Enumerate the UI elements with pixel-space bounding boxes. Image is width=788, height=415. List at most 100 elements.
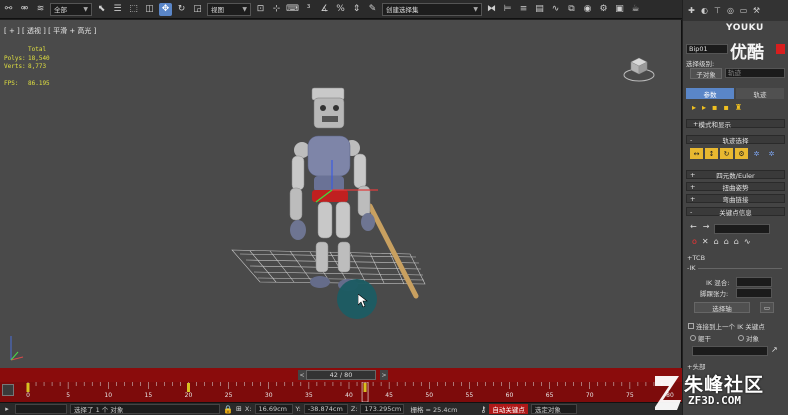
load-file-icon[interactable]: ▪ bbox=[712, 103, 717, 112]
window-crossing-icon[interactable]: ◫ bbox=[143, 3, 156, 16]
track-bar[interactable]: 0 5 10 15 20 25 30 35 40 45 50 55 60 65 70 75 80 bbox=[0, 382, 682, 402]
pick-object-icon[interactable]: ↗ bbox=[771, 345, 778, 354]
object-color-swatch[interactable] bbox=[776, 44, 785, 54]
scale-icon[interactable]: ◲ bbox=[191, 3, 204, 16]
key-marker[interactable] bbox=[363, 383, 367, 392]
symmetrical-icon[interactable]: ✲ bbox=[750, 148, 763, 159]
prev-frame-button[interactable]: < bbox=[298, 370, 306, 380]
display-tab-icon[interactable]: ▭ bbox=[738, 5, 749, 16]
delete-key-icon[interactable]: ✕ bbox=[702, 237, 709, 246]
walk-icon[interactable]: ♜ bbox=[735, 103, 742, 112]
tab-parameters[interactable]: 参数 bbox=[686, 88, 734, 99]
keyboard-shortcut-icon[interactable]: ⌨ bbox=[286, 3, 299, 16]
ik-object-field[interactable] bbox=[692, 346, 768, 356]
motion-tab-icon[interactable]: ◎ bbox=[725, 5, 736, 16]
set-planted-key-icon[interactable]: ⌂ bbox=[714, 237, 719, 246]
object-name-field[interactable]: Bip01 bbox=[686, 44, 728, 54]
object-radio[interactable]: 对象 bbox=[738, 333, 759, 343]
absolute-mode-icon[interactable]: ⊞ bbox=[236, 405, 242, 413]
viewport-label[interactable]: [ + ] [ 透视 ] [ 平滑 + 高光 ] bbox=[4, 26, 96, 36]
key-number-field[interactable] bbox=[714, 224, 770, 234]
sub-object-button[interactable]: 子对象 bbox=[690, 68, 722, 79]
z-coordinate-field[interactable]: 173.295cm bbox=[360, 404, 405, 414]
frame-indicator[interactable]: 42 / 80 bbox=[306, 370, 376, 380]
maxscript-icon[interactable]: ▸ bbox=[2, 404, 12, 414]
auto-key-button[interactable]: 自动关键点 bbox=[489, 404, 528, 414]
rollout-twist[interactable]: + 扭曲姿势 bbox=[686, 182, 785, 192]
align-icon[interactable]: ⊨ bbox=[501, 3, 514, 16]
named-selection-dropdown[interactable]: 创建选择集 ▼ bbox=[382, 2, 482, 16]
time-slider[interactable]: < 42 / 80 > bbox=[0, 368, 682, 382]
lock-selection-icon[interactable]: 🔒 bbox=[223, 405, 233, 414]
rollout-mode-display[interactable]: + 模式和显示 bbox=[686, 119, 785, 129]
ik-blend-field[interactable] bbox=[736, 277, 772, 287]
trajectory-icon[interactable]: ∿ bbox=[744, 237, 751, 246]
character-model[interactable] bbox=[220, 64, 440, 334]
radio-circle[interactable] bbox=[738, 335, 744, 341]
modify-tab-icon[interactable]: ◐ bbox=[699, 5, 710, 16]
rendered-frame-icon[interactable]: ▣ bbox=[613, 3, 626, 16]
mirror-icon[interactable]: ⧓ bbox=[485, 3, 498, 16]
perspective-viewport[interactable]: [ + ] [ 透视 ] [ 平滑 + 高光 ] Total Polys: 18,… bbox=[0, 20, 682, 368]
radio-circle[interactable] bbox=[690, 335, 696, 341]
tcb-section[interactable]: +TCB bbox=[687, 254, 705, 262]
render-icon[interactable]: ☕ bbox=[629, 3, 642, 16]
track-dropdown[interactable]: 轨迹 bbox=[725, 68, 785, 78]
move-icon[interactable]: ✥ bbox=[159, 2, 172, 16]
body-vertical-icon[interactable]: ↕ bbox=[705, 148, 718, 159]
mini-curve-editor-icon[interactable] bbox=[2, 384, 14, 396]
save-file-icon[interactable]: ▪ bbox=[723, 103, 728, 112]
prev-key-icon[interactable]: ← bbox=[690, 222, 697, 231]
next-key-icon[interactable]: → bbox=[703, 222, 710, 231]
figure-mode-icon[interactable]: ▸ bbox=[692, 103, 696, 112]
key-marker[interactable] bbox=[26, 383, 30, 392]
select-manipulate-icon[interactable]: ⊹ bbox=[270, 3, 283, 16]
rollout-track-selection[interactable]: - 轨迹选择 bbox=[686, 135, 785, 145]
layer-manager-icon[interactable]: ≡ bbox=[517, 3, 530, 16]
y-coordinate-field[interactable]: -38.874cm bbox=[303, 404, 348, 414]
angle-snap-icon[interactable]: ∡ bbox=[318, 3, 331, 16]
select-object-icon[interactable]: ⬉ bbox=[95, 3, 108, 16]
selection-filter-dropdown[interactable]: 全部 ▼ bbox=[50, 2, 92, 16]
graphite-tools-icon[interactable]: ▤ bbox=[533, 3, 546, 16]
curve-editor-icon[interactable]: ∿ bbox=[549, 3, 562, 16]
body-radio[interactable]: 躯干 bbox=[690, 333, 711, 343]
spinner-snap-icon[interactable]: ⇕ bbox=[350, 3, 363, 16]
bind-spacewarp-icon[interactable]: ≋ bbox=[34, 3, 47, 16]
rollout-bend[interactable]: + 弯曲链接 bbox=[686, 194, 785, 204]
key-icon[interactable]: ⚷ bbox=[480, 405, 486, 414]
reference-coordinate-dropdown[interactable]: 视图 ▼ bbox=[207, 2, 251, 16]
rotate-icon[interactable]: ↻ bbox=[175, 3, 188, 16]
unlink-icon[interactable]: ⚮ bbox=[18, 3, 31, 16]
maxscript-listener[interactable] bbox=[15, 404, 67, 414]
select-by-name-icon[interactable]: ☰ bbox=[111, 3, 124, 16]
render-setup-icon[interactable]: ⚙ bbox=[597, 3, 610, 16]
pivot-options-button[interactable]: ▭ bbox=[760, 302, 774, 313]
set-sliding-key-icon[interactable]: ⌂ bbox=[724, 237, 729, 246]
snap-toggle-icon[interactable]: ³ bbox=[302, 3, 315, 16]
viewcube-icon[interactable] bbox=[622, 54, 656, 84]
rect-selection-icon[interactable]: ⬚ bbox=[127, 3, 140, 16]
lock-cog-icon[interactable]: ⚙ bbox=[735, 148, 748, 159]
ik-section[interactable]: -IK bbox=[687, 264, 696, 272]
rollout-quaternion[interactable]: + 四元数/Euler bbox=[686, 170, 785, 180]
link-icon[interactable]: ⚯ bbox=[2, 3, 15, 16]
key-filter-dropdown[interactable]: 选定对象 bbox=[530, 404, 577, 414]
select-pivot-button[interactable]: 选择轴 bbox=[694, 302, 750, 313]
tab-trajectories[interactable]: 轨迹 bbox=[736, 88, 784, 99]
edit-named-selection-icon[interactable]: ✎ bbox=[366, 3, 379, 16]
set-free-key-icon[interactable]: ⌂ bbox=[734, 237, 739, 246]
timeline-ruler[interactable]: 0 5 10 15 20 25 30 35 40 45 50 55 60 65 70 75 80 bbox=[24, 382, 674, 402]
x-coordinate-field[interactable]: 16.69cm bbox=[254, 404, 293, 414]
create-tab-icon[interactable]: ✚ bbox=[686, 5, 697, 16]
pivot-center-icon[interactable]: ⊡ bbox=[254, 3, 267, 16]
join-prev-ik-checkbox[interactable]: 连接到上一个 IK 关键点 bbox=[688, 321, 765, 331]
percent-snap-icon[interactable]: % bbox=[334, 3, 347, 16]
hierarchy-tab-icon[interactable]: ⊤ bbox=[712, 5, 723, 16]
rollout-key-info[interactable]: - 关键点信息 bbox=[686, 207, 785, 217]
next-frame-button[interactable]: > bbox=[380, 370, 388, 380]
body-rotation-icon[interactable]: ↻ bbox=[720, 148, 733, 159]
key-marker[interactable] bbox=[187, 383, 190, 392]
checkbox-box[interactable] bbox=[688, 323, 694, 329]
material-editor-icon[interactable]: ◉ bbox=[581, 3, 594, 16]
